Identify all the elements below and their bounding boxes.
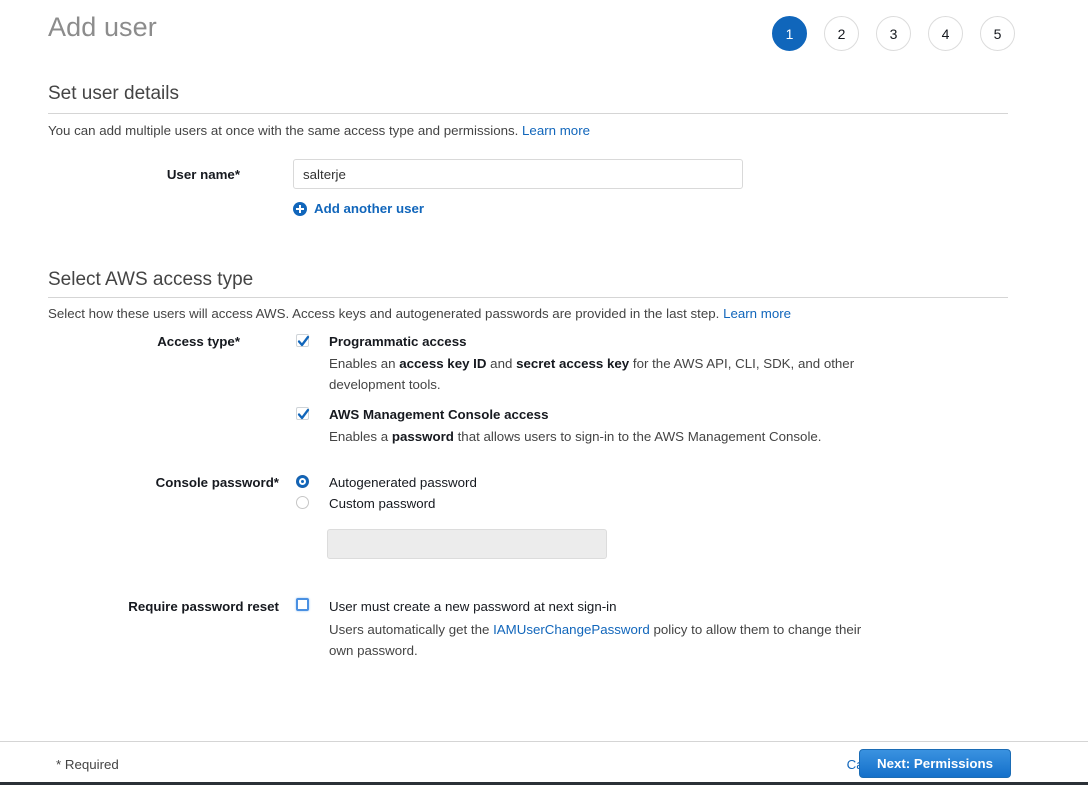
access-type-label: Access type*	[157, 334, 240, 349]
step-indicator-2[interactable]: 2	[824, 16, 859, 51]
access-type-description: Select how these users will access AWS. …	[48, 305, 791, 324]
programmatic-desc-bold-2: secret access key	[516, 356, 630, 371]
custom-password-label[interactable]: Custom password	[329, 496, 435, 511]
check-icon	[297, 408, 310, 420]
step-indicator-4[interactable]: 4	[928, 16, 963, 51]
step-indicator: 1 2 3 4 5	[772, 16, 1015, 51]
programmatic-desc-bold-1: access key ID	[399, 356, 487, 371]
iam-user-change-password-link[interactable]: IAMUserChangePassword	[493, 622, 650, 637]
radio-custom-password[interactable]	[296, 496, 309, 509]
programmatic-desc-1: Enables an	[329, 356, 400, 371]
radio-autogenerated-password[interactable]	[296, 475, 309, 488]
wizard-header: Add user 1 2 3 4 5	[0, 0, 1088, 68]
password-reset-desc-1: Users automatically get the	[329, 622, 494, 637]
learn-more-link-access-type[interactable]: Learn more	[723, 306, 791, 321]
step-indicator-1[interactable]: 1	[772, 16, 807, 51]
add-another-user-label: Add another user	[314, 201, 425, 216]
checkbox-console-access[interactable]	[296, 407, 310, 420]
section-divider-1	[48, 113, 1008, 114]
footer-divider	[0, 741, 1088, 742]
console-desc-2: that allows users to sign-in to the AWS …	[453, 429, 822, 444]
programmatic-desc-2: and	[486, 356, 517, 371]
step-indicator-3[interactable]: 3	[876, 16, 911, 51]
checkbox-require-password-reset[interactable]	[296, 598, 309, 611]
username-input[interactable]	[293, 159, 743, 189]
console-desc-1: Enables a	[329, 429, 392, 444]
set-user-details-description: You can add multiple users at once with …	[48, 122, 590, 141]
require-password-reset-label: Require password reset	[128, 599, 279, 614]
set-user-details-description-text: You can add multiple users at once with …	[48, 123, 519, 138]
set-user-details-heading: Set user details	[48, 83, 179, 104]
page-title: Add user	[48, 12, 157, 42]
programmatic-access-title: Programmatic access	[329, 334, 467, 349]
plus-circle-icon	[293, 201, 307, 216]
console-desc-bold-1: password	[391, 429, 454, 444]
next-permissions-button[interactable]: Next: Permissions	[859, 749, 1011, 778]
required-note: * Required	[56, 757, 119, 772]
learn-more-link-user-details[interactable]: Learn more	[522, 123, 590, 138]
section-divider-2	[48, 297, 1008, 298]
console-access-description: Enables a password that allows users to …	[329, 426, 889, 447]
checkbox-programmatic-access[interactable]	[296, 334, 310, 347]
console-password-label: Console password*	[155, 475, 279, 490]
password-reset-description: Users automatically get the IAMUserChang…	[329, 619, 869, 661]
username-label: User name*	[166, 167, 240, 182]
password-reset-option-title: User must create a new password at next …	[329, 599, 617, 614]
custom-password-input[interactable]	[327, 529, 607, 559]
add-user-wizard-page: Add user 1 2 3 4 5 Set user details You …	[0, 0, 1088, 785]
console-access-title: AWS Management Console access	[329, 407, 549, 422]
check-icon	[297, 335, 310, 347]
programmatic-access-description: Enables an access key ID and secret acce…	[329, 353, 859, 395]
access-type-description-text: Select how these users will access AWS. …	[48, 306, 720, 321]
step-indicator-5[interactable]: 5	[980, 16, 1015, 51]
access-type-heading: Select AWS access type	[48, 269, 254, 290]
add-another-user-button[interactable]: Add another user	[293, 201, 424, 216]
autogenerated-password-label[interactable]: Autogenerated password	[329, 475, 477, 490]
